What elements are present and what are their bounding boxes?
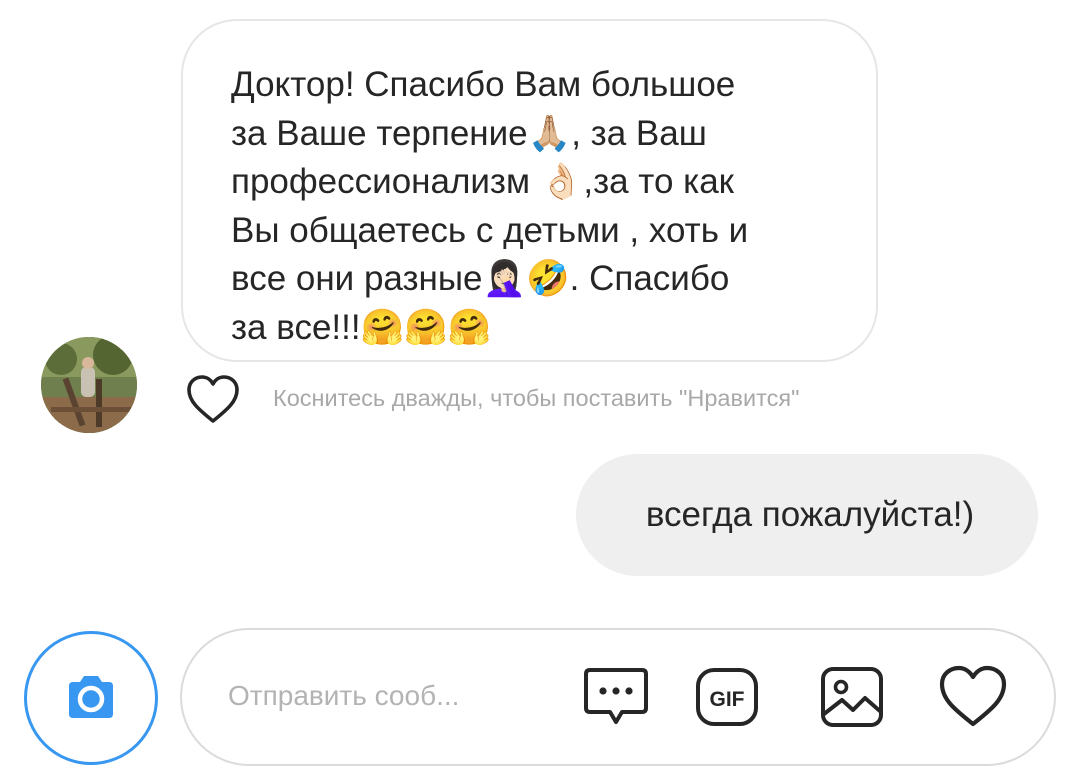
composer-like-button[interactable] — [937, 664, 1009, 730]
like-heart-icon[interactable] — [186, 374, 240, 426]
gif-button[interactable]: GIF — [692, 664, 764, 730]
incoming-message-text: Доктор! Спасибо Вам большое за Ваше терп… — [231, 65, 749, 347]
like-hint-text: Коснитесь дважды, чтобы поставить "Нрави… — [273, 385, 800, 411]
outgoing-message-text: всегда пожалуйста!) — [645, 495, 975, 534]
camera-icon — [36, 643, 146, 753]
avatar-photo — [41, 337, 137, 433]
avatar[interactable] — [41, 337, 137, 433]
gallery-button[interactable] — [817, 664, 889, 730]
message-composer: GIF — [180, 628, 1056, 766]
gif-icon: GIF — [696, 668, 758, 726]
image-icon — [821, 667, 883, 727]
gif-label: GIF — [710, 688, 745, 711]
heart-outline-icon — [939, 665, 1007, 727]
chat-bubble-dots-icon — [584, 668, 648, 724]
chat-options-button[interactable] — [580, 664, 652, 730]
camera-button[interactable] — [24, 631, 158, 765]
message-input[interactable] — [228, 680, 528, 712]
incoming-message-bubble[interactable]: Доктор! Спасибо Вам большое за Ваше терп… — [181, 19, 878, 362]
outgoing-message-bubble[interactable]: всегда пожалуйста!) — [576, 454, 1038, 576]
